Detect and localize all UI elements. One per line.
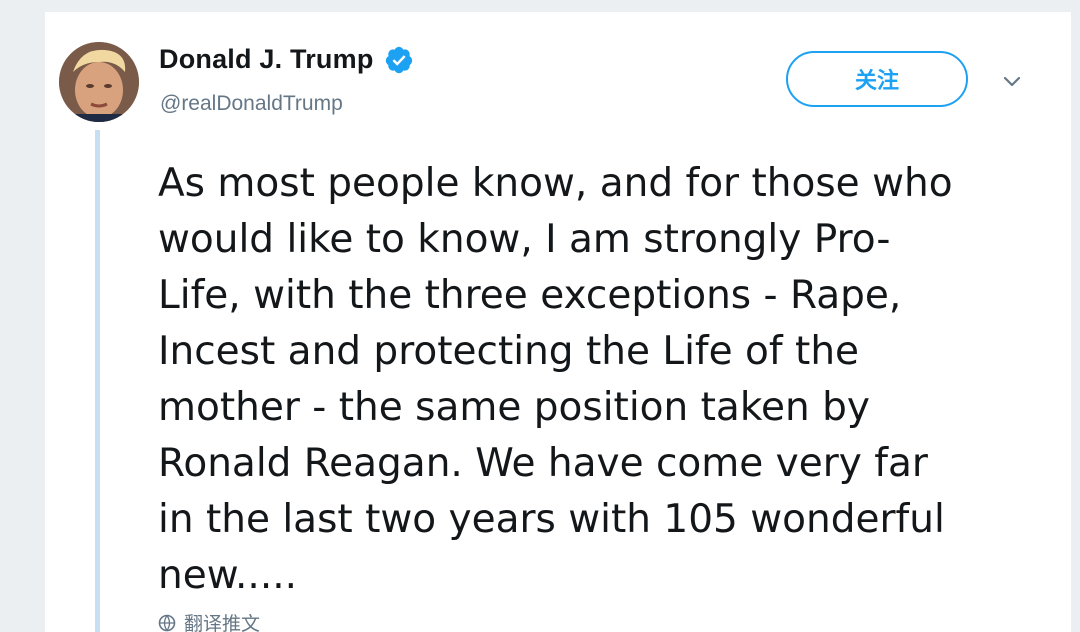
avatar[interactable] xyxy=(59,42,139,122)
tweet-text-line: would like to know, I am strongly Pro- xyxy=(158,217,891,262)
tweet-text-line: in the last two years with 105 wonderful xyxy=(158,497,945,542)
tweet-text-line: Incest and protecting the Life of the xyxy=(158,329,860,374)
translate-tweet-label: 翻译推文 xyxy=(184,614,261,632)
tweet-text-line: mother - the same position taken by xyxy=(158,385,870,430)
avatar-image xyxy=(59,42,139,122)
globe-icon xyxy=(158,614,176,632)
tweet-text-line: new..... xyxy=(158,553,298,598)
tweet-card: Donald J. Trump @realDonaldTrump 关注 As m… xyxy=(45,12,1071,632)
tweet-text: As most people know, and for those who w… xyxy=(158,156,1038,604)
name-row: Donald J. Trump xyxy=(159,44,414,75)
tweet-text-line: Life, with the three exceptions - Rape, xyxy=(158,273,902,318)
tweet-text-line: As most people know, and for those who xyxy=(158,161,953,206)
display-name[interactable]: Donald J. Trump xyxy=(159,44,374,75)
verified-badge-icon xyxy=(384,45,414,75)
user-handle[interactable]: @realDonaldTrump xyxy=(160,92,343,116)
tweet-text-line: Ronald Reagan. We have come very far xyxy=(158,441,928,486)
chevron-down-icon[interactable] xyxy=(1001,70,1023,92)
follow-button[interactable]: 关注 xyxy=(786,51,968,107)
translate-tweet-link[interactable]: 翻译推文 xyxy=(158,609,260,632)
thread-line xyxy=(95,130,100,632)
